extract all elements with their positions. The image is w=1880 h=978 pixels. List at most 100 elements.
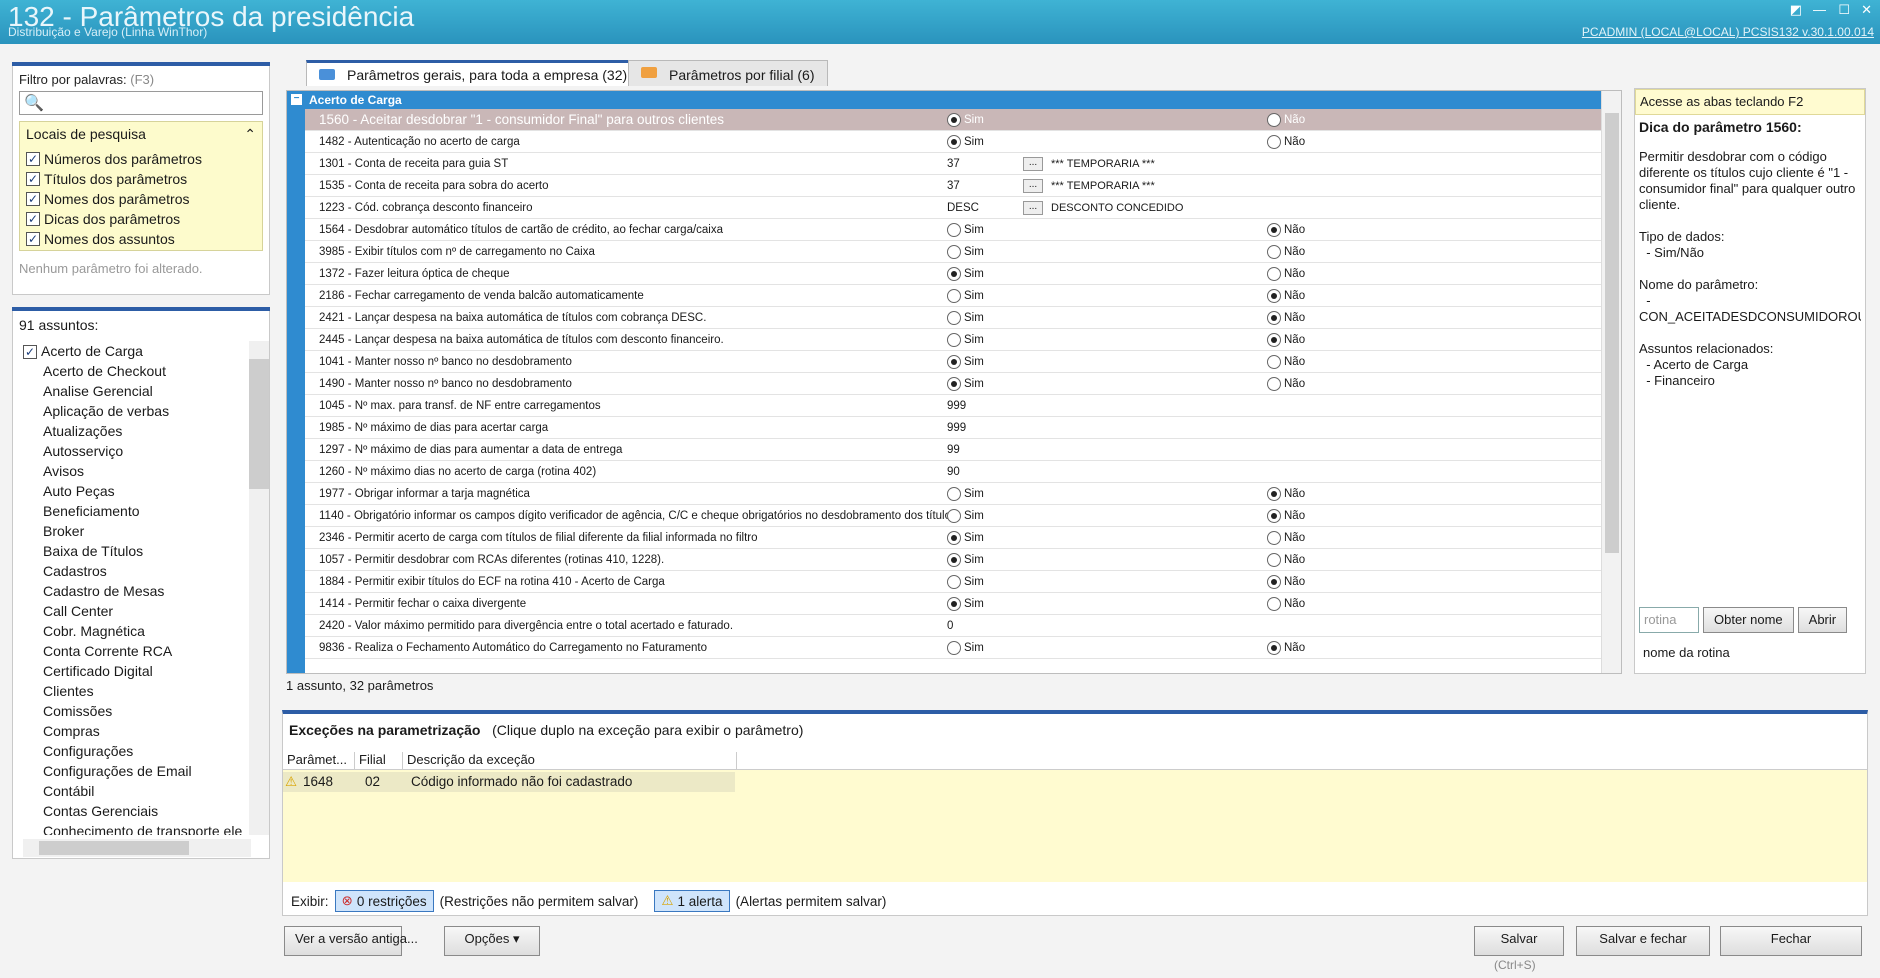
no-option[interactable]: Não bbox=[1267, 307, 1305, 329]
subject-item[interactable]: Avisos bbox=[23, 461, 251, 481]
tab-parametros-gerais[interactable]: Parâmetros gerais, para toda a empresa (… bbox=[306, 60, 641, 86]
subject-item[interactable]: Compras bbox=[23, 721, 251, 741]
yes-option[interactable]: Sim bbox=[947, 527, 984, 549]
parameter-row[interactable]: 2186 - Fechar carregamento de venda balc… bbox=[305, 285, 1601, 307]
yes-option[interactable]: Sim bbox=[947, 131, 984, 153]
save-button[interactable]: Salvar bbox=[1474, 926, 1564, 956]
parameter-row[interactable]: 1985 - Nº máximo de dias para acertar ca… bbox=[305, 417, 1601, 439]
subject-item[interactable]: Autosserviço bbox=[23, 441, 251, 461]
yes-option[interactable]: Sim bbox=[947, 351, 984, 373]
subject-item[interactable]: Cadastro de Mesas bbox=[23, 581, 251, 601]
parameter-row[interactable]: 1301 - Conta de receita para guia ST 37..… bbox=[305, 153, 1601, 175]
no-option[interactable]: Não bbox=[1267, 351, 1305, 373]
parameter-row[interactable]: 1372 - Fazer leitura óptica de cheque Sim… bbox=[305, 263, 1601, 285]
yes-option[interactable]: Sim bbox=[947, 483, 984, 505]
no-option[interactable]: Não bbox=[1267, 329, 1305, 351]
filter-option[interactable]: ✓ Nomes dos parâmetros bbox=[26, 189, 256, 209]
parameter-value[interactable]: 99 bbox=[947, 439, 960, 461]
parameter-row[interactable]: 1223 - Cód. cobrança desconto financeiro… bbox=[305, 197, 1601, 219]
subject-item[interactable]: Contábil bbox=[23, 781, 251, 801]
subjects-scrollbar[interactable] bbox=[249, 341, 269, 835]
no-option[interactable]: Não bbox=[1267, 285, 1305, 307]
yes-option[interactable]: Sim bbox=[947, 593, 984, 615]
no-option[interactable]: Não bbox=[1267, 505, 1305, 527]
yes-option[interactable]: Sim bbox=[947, 637, 984, 659]
tab-parametros-filial[interactable]: Parâmetros por filial (6) bbox=[628, 60, 828, 86]
parameter-row[interactable]: 1535 - Conta de receita para sobra do ac… bbox=[305, 175, 1601, 197]
no-option[interactable]: Não bbox=[1267, 527, 1305, 549]
filter-search-input[interactable]: 🔍 bbox=[19, 91, 263, 115]
no-option[interactable]: Não bbox=[1267, 241, 1305, 263]
subject-item[interactable]: Conta Corrente RCA bbox=[23, 641, 251, 661]
parameter-row[interactable]: 1297 - Nº máximo de dias para aumentar a… bbox=[305, 439, 1601, 461]
no-option[interactable]: Não bbox=[1267, 549, 1305, 571]
parameter-value[interactable]: 37 bbox=[947, 153, 960, 175]
parameter-value[interactable]: 90 bbox=[947, 461, 960, 483]
yes-option[interactable]: Sim bbox=[947, 263, 984, 285]
parameter-value[interactable]: 999 bbox=[947, 417, 966, 439]
parameter-value[interactable]: 37 bbox=[947, 175, 960, 197]
close-button[interactable]: Fechar bbox=[1720, 926, 1862, 956]
yes-option[interactable]: Sim bbox=[947, 285, 984, 307]
user-info[interactable]: PCADMIN (LOCAL@LOCAL) PCSIS132 v.30.1.00… bbox=[1582, 25, 1874, 39]
parameter-row[interactable]: 3985 - Exibir títulos com nº de carregam… bbox=[305, 241, 1601, 263]
parameter-row[interactable]: 1041 - Manter nosso nº banco no desdobra… bbox=[305, 351, 1601, 373]
no-option[interactable]: Não bbox=[1267, 637, 1305, 659]
parameter-row[interactable]: 2421 - Lançar despesa na baixa automátic… bbox=[305, 307, 1601, 329]
no-option[interactable]: Não bbox=[1267, 263, 1305, 285]
restore-icon[interactable]: ◩ bbox=[1790, 2, 1802, 18]
parameter-row[interactable]: 1045 - Nº max. para transf. de NF entre … bbox=[305, 395, 1601, 417]
yes-option[interactable]: Sim bbox=[947, 373, 984, 395]
maximize-icon[interactable]: ☐ bbox=[1838, 2, 1850, 18]
subject-item[interactable]: Broker bbox=[23, 521, 251, 541]
checkbox-icon[interactable]: ✓ bbox=[26, 232, 40, 246]
parameter-row[interactable]: 2420 - Valor máximo permitido para diver… bbox=[305, 615, 1601, 637]
lookup-button[interactable]: ... bbox=[1023, 157, 1043, 171]
filter-option[interactable]: ✓ Títulos dos parâmetros bbox=[26, 169, 256, 189]
subject-item[interactable]: Auto Peças bbox=[23, 481, 251, 501]
parameter-row[interactable]: 1057 - Permitir desdobrar com RCAs difer… bbox=[305, 549, 1601, 571]
no-option[interactable]: Não bbox=[1267, 483, 1305, 505]
subject-item[interactable]: Certificado Digital bbox=[23, 661, 251, 681]
parameter-row[interactable]: 1560 - Aceitar desdobrar "1 - consumidor… bbox=[305, 109, 1601, 131]
parameter-value[interactable]: 0 bbox=[947, 615, 953, 637]
parameter-value[interactable]: DESC bbox=[947, 197, 979, 219]
subject-item[interactable]: Clientes bbox=[23, 681, 251, 701]
subject-item[interactable]: Cobr. Magnética bbox=[23, 621, 251, 641]
filter-option[interactable]: ✓ Nomes dos assuntos bbox=[26, 229, 256, 249]
parameter-row[interactable]: 2445 - Lançar despesa na baixa automátic… bbox=[305, 329, 1601, 351]
no-option[interactable]: Não bbox=[1267, 571, 1305, 593]
abrir-button[interactable]: Abrir bbox=[1797, 607, 1848, 633]
subject-item[interactable]: Call Center bbox=[23, 601, 251, 621]
parameter-row[interactable]: 1564 - Desdobrar automático títulos de c… bbox=[305, 219, 1601, 241]
subject-item[interactable]: Cadastros bbox=[23, 561, 251, 581]
col-desc[interactable]: Descrição da exceção bbox=[403, 752, 737, 770]
subject-item[interactable]: Baixa de Títulos bbox=[23, 541, 251, 561]
checkbox-icon[interactable]: ✓ bbox=[26, 152, 40, 166]
subject-item[interactable]: Conhecimento de transporte ele bbox=[23, 821, 251, 835]
lookup-button[interactable]: ... bbox=[1023, 179, 1043, 193]
subject-item[interactable]: Beneficiamento bbox=[23, 501, 251, 521]
subject-item[interactable]: Comissões bbox=[23, 701, 251, 721]
yes-option[interactable]: Sim bbox=[947, 307, 984, 329]
subjects-hscrollbar[interactable] bbox=[23, 839, 251, 857]
col-filial[interactable]: Filial bbox=[355, 752, 403, 770]
filter-option[interactable]: ✓ Dicas dos parâmetros bbox=[26, 209, 256, 229]
parameter-row[interactable]: 1482 - Autenticação no acerto de carga Si… bbox=[305, 131, 1601, 153]
minimize-icon[interactable]: — bbox=[1813, 2, 1826, 17]
yes-option[interactable]: Sim bbox=[947, 109, 984, 131]
parameter-row[interactable]: 1490 - Manter nosso nº banco no desdobra… bbox=[305, 373, 1601, 395]
subject-item[interactable]: Atualizações bbox=[23, 421, 251, 441]
subject-item[interactable]: Configurações bbox=[23, 741, 251, 761]
rotina-input[interactable]: rotina bbox=[1639, 607, 1699, 633]
parameter-row[interactable]: 1977 - Obrigar informar a tarja magnétic… bbox=[305, 483, 1601, 505]
restrictions-toggle[interactable]: ⊗ 0 restrições bbox=[334, 890, 434, 912]
save-close-button[interactable]: Salvar e fechar bbox=[1576, 926, 1710, 956]
parameter-row[interactable]: 1884 - Permitir exibir títulos do ECF na… bbox=[305, 571, 1601, 593]
lookup-button[interactable]: ... bbox=[1023, 201, 1043, 215]
subjects-list[interactable]: ✓ Acerto de Carga Acerto de Checkout Analis… bbox=[23, 341, 251, 835]
obter-nome-button[interactable]: Obter nome bbox=[1703, 607, 1794, 633]
parameter-row[interactable]: 9836 - Realiza o Fechamento Automático d… bbox=[305, 637, 1601, 659]
yes-option[interactable]: Sim bbox=[947, 329, 984, 351]
no-option[interactable]: Não bbox=[1267, 373, 1305, 395]
